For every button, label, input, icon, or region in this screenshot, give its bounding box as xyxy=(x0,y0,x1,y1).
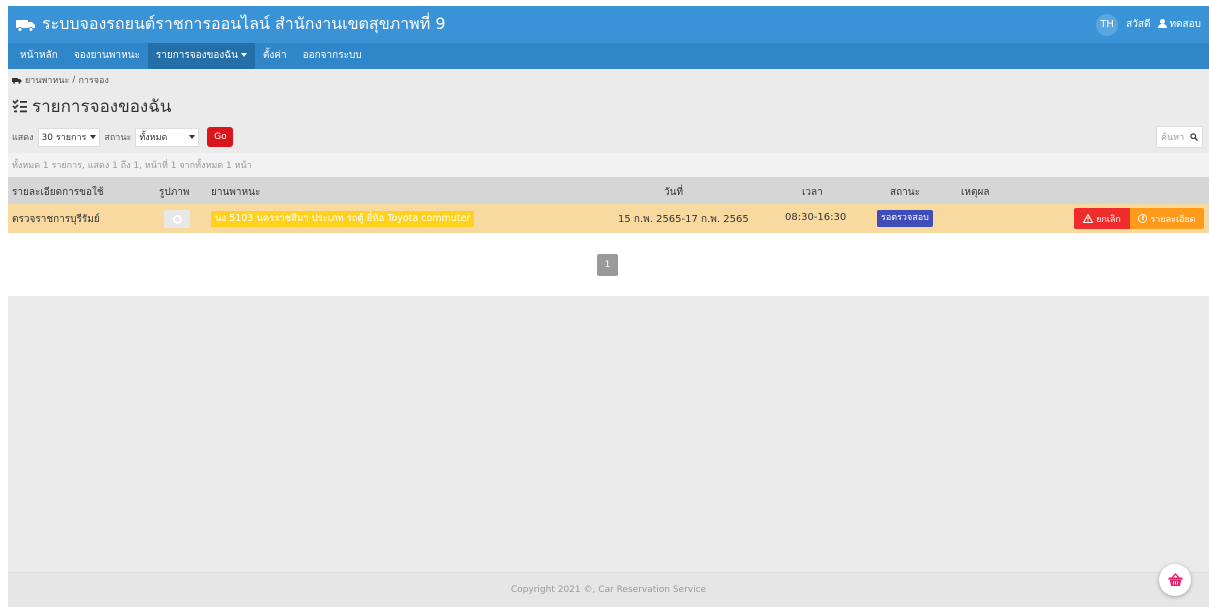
warning-icon xyxy=(1083,214,1094,223)
nav-my-bookings[interactable]: รายการจองของฉัน xyxy=(147,43,255,69)
page-size-select[interactable]: 30 รายการ xyxy=(37,127,101,147)
page-button-current[interactable]: 1 xyxy=(597,254,618,276)
page-size-value: 30 รายการ xyxy=(41,133,87,143)
breadcrumb-parent[interactable]: ยานพาหนะ xyxy=(25,73,69,87)
checklist-icon xyxy=(12,99,27,113)
photo-placeholder-icon xyxy=(172,214,182,224)
page-title-text: รายการจองของฉัน xyxy=(32,96,172,117)
cancel-label: ยกเลิก xyxy=(1096,214,1121,225)
row-detail: ตรวจราชการบุรีรัมย์ xyxy=(12,214,100,225)
col-time: เวลา xyxy=(802,187,823,198)
greeting: สวัสดี xyxy=(1126,19,1151,30)
search-icon[interactable] xyxy=(1190,133,1198,141)
nav-logout[interactable]: ออกจากระบบ xyxy=(295,43,370,69)
col-date: วันที่ xyxy=(664,187,684,198)
info-icon: i xyxy=(1138,214,1148,223)
language-badge[interactable]: TH xyxy=(1096,13,1119,36)
car-icon xyxy=(12,77,22,84)
nav-settings-label: ตั้งค่า xyxy=(262,50,287,61)
username: ทดสอบ xyxy=(1169,19,1201,30)
breadcrumb-separator: / xyxy=(72,75,76,85)
table-row[interactable]: ตรวจราชการบุรีรัมย์ นง 5103 นครราชสีมา ป… xyxy=(8,204,1209,233)
row-vehicle: นง 5103 นครราชสีมา ประเภท รถตู้ ยี่ห้อ T… xyxy=(211,211,475,227)
nav-logout-label: ออกจากระบบ xyxy=(302,50,362,61)
go-button[interactable]: Go xyxy=(207,127,234,147)
details-label: รายละเอียด xyxy=(1150,214,1196,225)
row-date: 15 ก.พ. 2565-17 ก.พ. 2565 xyxy=(618,214,749,225)
vehicle-photo[interactable] xyxy=(164,210,190,228)
table-header: รายละเอียดการขอใช้ รูปภาพ ยานพาหนะ วันที… xyxy=(8,177,1209,204)
nav-home-label: หน้าหลัก xyxy=(20,50,58,61)
user-menu[interactable]: ทดสอบ xyxy=(1158,17,1201,32)
col-vehicle: ยานพาหนะ xyxy=(211,187,261,198)
nav-book-vehicle-label: จองยานพาหนะ xyxy=(73,50,140,61)
app-frame: ระบบจองรถยนต์ราชการออนไลน์ สำนักงานเขตสุ… xyxy=(8,6,1209,607)
chevron-down-icon xyxy=(240,53,247,57)
show-label: แสดง xyxy=(12,133,34,143)
nav-book-vehicle[interactable]: จองยานพาหนะ xyxy=(66,43,148,69)
status-select[interactable]: ทั้งหมด xyxy=(135,127,200,147)
filter-bar: แสดง 30 รายการ สถานะ ทั้งหมด Go ค้นหา xyxy=(8,121,1209,153)
chevron-down-icon xyxy=(189,135,196,139)
col-reason: เหตุผล xyxy=(961,187,990,198)
col-photo: รูปภาพ xyxy=(159,187,190,198)
breadcrumb: ยานพาหนะ / การจอง xyxy=(8,69,1209,91)
pagination: 1 xyxy=(8,233,1209,296)
nav-home[interactable]: หน้าหลัก xyxy=(12,43,66,69)
footer: Copyright 2021 ©, Car Reservation Servic… xyxy=(8,572,1209,607)
details-button[interactable]: i รายละเอียด xyxy=(1130,208,1204,229)
col-status: สถานะ xyxy=(890,187,920,198)
status-select-value: ทั้งหมด xyxy=(139,133,168,143)
status-label: สถานะ xyxy=(104,133,132,143)
nav-settings[interactable]: ตั้งค่า xyxy=(255,43,295,69)
main-nav: หน้าหลัก จองยานพาหนะ รายการจองของฉัน ตั้… xyxy=(8,43,1209,69)
breadcrumb-current: การจอง xyxy=(78,76,109,86)
cancel-button[interactable]: ยกเลิก xyxy=(1074,208,1130,229)
user-area: TH สวัสดี ทดสอบ xyxy=(1096,13,1201,36)
top-header: ระบบจองรถยนต์ราชการออนไลน์ สำนักงานเขตสุ… xyxy=(8,6,1209,43)
page-title: รายการจองของฉัน xyxy=(8,91,1209,121)
app-title: ระบบจองรถยนต์ราชการออนไลน์ สำนักงานเขตสุ… xyxy=(42,14,446,33)
user-icon xyxy=(1158,19,1168,28)
search-placeholder: ค้นหา xyxy=(1161,133,1185,143)
nav-my-bookings-label: รายการจองของฉัน xyxy=(155,50,238,61)
car-icon xyxy=(16,19,35,32)
chevron-down-icon xyxy=(90,135,97,139)
cart-button[interactable] xyxy=(1159,564,1191,596)
results-summary: ทั้งหมด 1 รายการ, แสดง 1 ถึง 1, หน้าที่ … xyxy=(8,153,1209,177)
status-badge: รอตรวจสอบ xyxy=(877,210,933,227)
brand[interactable]: ระบบจองรถยนต์ราชการออนไลน์ สำนักงานเขตสุ… xyxy=(16,12,446,37)
row-time: 08:30-16:30 xyxy=(785,212,847,223)
col-detail: รายละเอียดการขอใช้ xyxy=(12,187,104,198)
search-input[interactable]: ค้นหา xyxy=(1156,126,1203,148)
basket-icon xyxy=(1168,573,1182,586)
